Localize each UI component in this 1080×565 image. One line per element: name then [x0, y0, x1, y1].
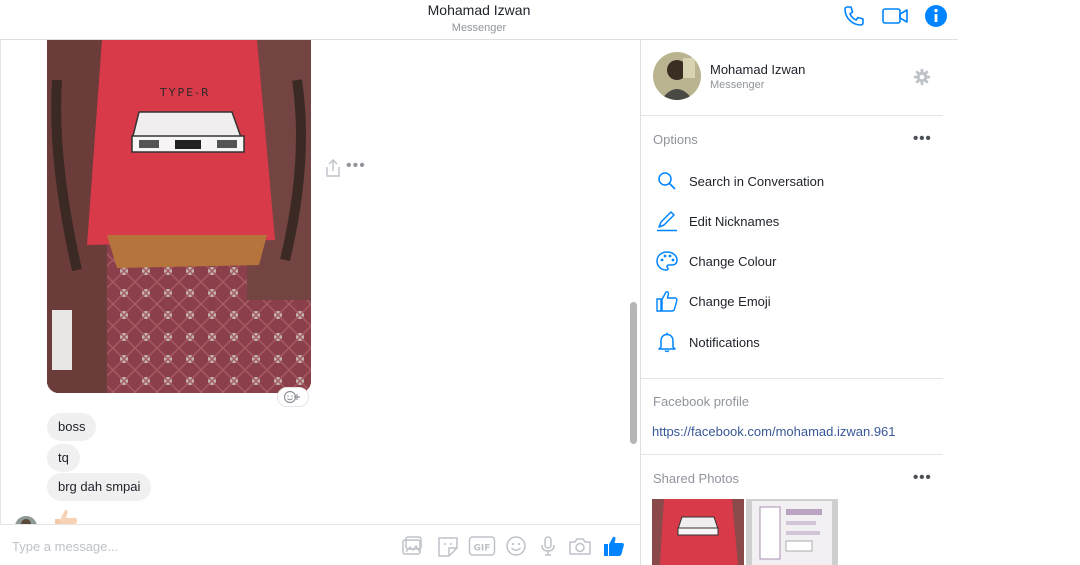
thumbs-up-sticker-icon — [49, 506, 79, 524]
conversation-subtitle: Messenger — [451, 22, 507, 34]
contact-subtitle: Messenger — [710, 79, 765, 91]
add-reaction-button[interactable] — [277, 387, 309, 407]
emoji-icon[interactable] — [504, 535, 528, 557]
share-icon[interactable] — [323, 158, 343, 178]
pencil-icon — [655, 210, 679, 232]
option-label: Change Colour — [689, 254, 777, 269]
gif-icon[interactable]: GIF — [468, 535, 496, 557]
options-section-title: Options — [653, 132, 698, 147]
conversation-header: Mohamad Izwan Messenger — [0, 0, 958, 40]
send-like-icon[interactable] — [602, 535, 626, 557]
gear-icon[interactable] — [913, 68, 931, 86]
info-icon[interactable] — [924, 4, 948, 28]
palette-icon — [655, 250, 679, 272]
shared-photo-thumbnail[interactable] — [652, 499, 744, 565]
bell-icon — [655, 331, 679, 353]
message-bubble[interactable]: tq — [47, 444, 80, 472]
shared-photos-title: Shared Photos — [653, 471, 740, 486]
options-more-icon[interactable]: ••• — [913, 130, 932, 147]
facebook-profile-title: Facebook profile — [653, 394, 750, 409]
more-icon[interactable]: ••• — [346, 157, 366, 175]
shared-photo-thumbnail[interactable] — [746, 499, 838, 565]
option-notifications[interactable]: Notifications — [653, 327, 943, 357]
message-input[interactable] — [12, 536, 372, 556]
chat-scrollbar[interactable] — [630, 302, 637, 444]
divider — [641, 115, 943, 116]
conversation-details-panel: Mohamad Izwan Messenger Options ••• Sear… — [640, 40, 958, 565]
option-label: Search in Conversation — [689, 174, 825, 189]
message-bubble[interactable]: boss — [47, 413, 97, 441]
shirt-print-text: TYPE-R — [159, 86, 211, 99]
facebook-profile-link[interactable]: https://facebook.com/mohamad.izwan.961 — [652, 424, 896, 439]
divider — [641, 378, 943, 379]
contact-name[interactable]: Mohamad Izwan — [710, 62, 805, 77]
image-icon[interactable] — [400, 535, 424, 557]
option-label: Notifications — [689, 335, 760, 350]
video-camera-icon[interactable] — [881, 4, 909, 28]
message-composer: GIF — [0, 524, 640, 565]
message-bubble[interactable]: brg dah smpai — [47, 473, 152, 501]
smiley-plus-icon — [283, 390, 300, 404]
option-change-emoji[interactable]: Change Emoji — [653, 286, 943, 316]
microphone-icon[interactable] — [536, 535, 560, 557]
gif-label: GIF — [474, 544, 491, 554]
option-search-in-conversation[interactable]: Search in Conversation — [653, 166, 943, 196]
contact-avatar[interactable] — [653, 52, 701, 100]
thumbs-up-icon — [655, 290, 679, 312]
option-edit-nicknames[interactable]: Edit Nicknames — [653, 206, 943, 236]
camera-icon[interactable] — [567, 535, 593, 557]
option-label: Change Emoji — [689, 294, 771, 309]
search-icon — [655, 170, 679, 192]
sticker-icon[interactable] — [436, 535, 460, 557]
shared-photo-message[interactable]: TYPE-R — [47, 40, 311, 393]
conversation-title: Mohamad Izwan — [427, 2, 531, 18]
divider — [641, 454, 943, 455]
shared-photos-more-icon[interactable]: ••• — [913, 469, 932, 486]
message-list[interactable]: TYPE-R ••• boss tq brg dah smpai — [0, 40, 640, 524]
phone-icon[interactable] — [841, 4, 867, 28]
option-label: Edit Nicknames — [689, 214, 780, 229]
sender-avatar — [15, 516, 37, 524]
option-change-colour[interactable]: Change Colour — [653, 246, 943, 276]
